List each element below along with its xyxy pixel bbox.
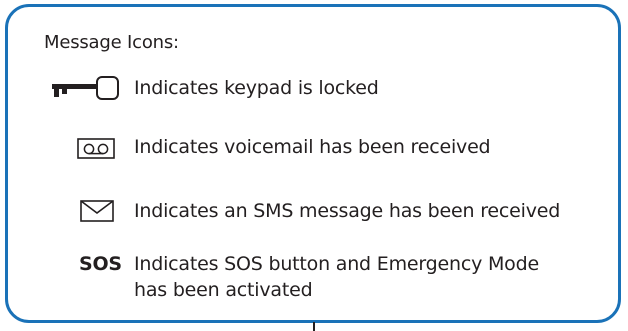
sos-description-line1: Indicates SOS button and Emergency Mode	[134, 253, 539, 275]
panel-heading: Message Icons:	[44, 32, 179, 53]
sos-label: SOS	[79, 253, 122, 275]
voicemail-description: Indicates voicemail has been received	[134, 136, 491, 158]
pointer-tick	[313, 322, 315, 331]
sos-description-line2: has been activated	[134, 279, 313, 301]
voicemail-icon	[77, 138, 115, 159]
keypad-locked-description: Indicates keypad is locked	[134, 77, 379, 99]
envelope-icon	[80, 200, 114, 222]
sms-description: Indicates an SMS message has been receiv…	[134, 200, 561, 222]
key-lock-icon	[52, 76, 119, 100]
